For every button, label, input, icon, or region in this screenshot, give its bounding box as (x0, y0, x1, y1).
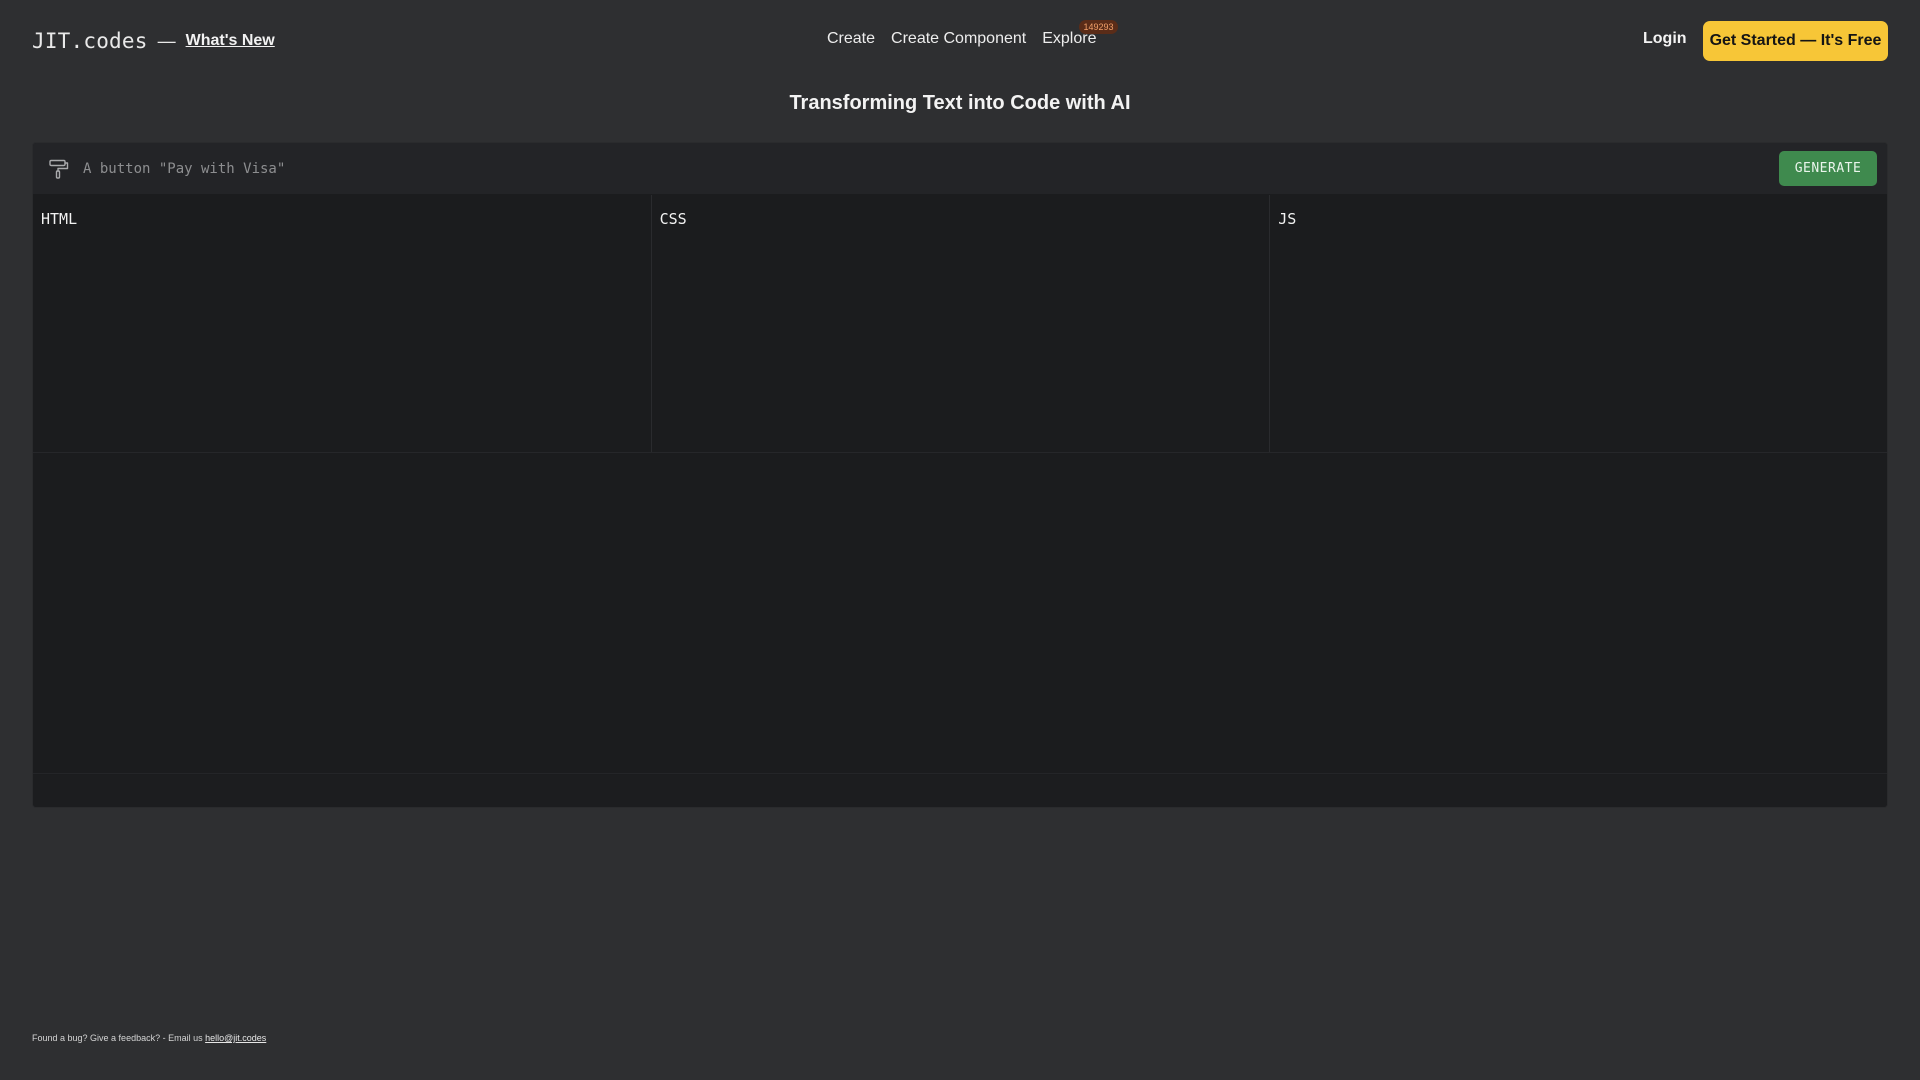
main-nav: Create Create Component Explore (827, 30, 1096, 48)
css-editor-label: CSS (659, 210, 687, 228)
page-footer: Found a bug? Give a feedback? - Email us… (32, 1033, 266, 1043)
email-link[interactable]: hello@jit.codes (205, 1033, 266, 1043)
js-editor[interactable]: JS (1270, 195, 1887, 452)
code-generator-panel: GENERATE HTML CSS JS (32, 142, 1888, 808)
brand: JIT.codes — What's New (32, 28, 275, 54)
whats-new-link[interactable]: What's New (186, 32, 275, 50)
page-title: Transforming Text into Code with AI (789, 92, 1131, 114)
login-link[interactable]: Login (1643, 30, 1687, 48)
logo[interactable]: JIT.codes (32, 29, 148, 53)
paint-roller-icon (49, 159, 69, 179)
js-editor-label: JS (1278, 210, 1297, 228)
nav-create-component[interactable]: Create Component (891, 30, 1026, 48)
top-navigation: JIT.codes — What's New Create Create Com… (0, 0, 1920, 82)
html-editor-label: HTML (41, 210, 78, 228)
css-editor[interactable]: CSS (652, 195, 1271, 452)
prompt-bar: GENERATE (33, 143, 1887, 195)
prompt-input[interactable] (81, 155, 1381, 183)
preview-area (33, 454, 1887, 774)
brand-separator: — (157, 30, 176, 51)
get-started-button[interactable]: Get Started — It's Free (1703, 21, 1888, 61)
nav-create[interactable]: Create (827, 30, 875, 48)
generate-button[interactable]: GENERATE (1779, 151, 1877, 186)
code-editors: HTML CSS JS (33, 195, 1887, 453)
html-editor[interactable]: HTML (33, 195, 652, 452)
explore-count-badge: 149293 (1079, 20, 1118, 34)
panel-footer (33, 775, 1887, 807)
footer-text: Found a bug? Give a feedback? - Email us (32, 1033, 206, 1043)
